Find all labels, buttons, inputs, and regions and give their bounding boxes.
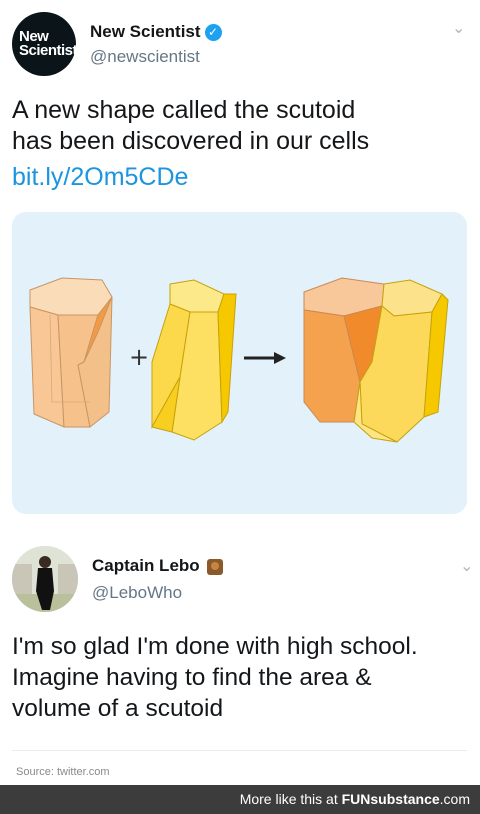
footer-brand: FUNsubstance [341,791,440,807]
tweet1-text-line: A new shape called the scutoid [12,96,356,124]
plus-sign: + [129,343,149,371]
author-name: Captain Lebo [92,556,200,575]
tweet2-text-line: I'm so glad I'm done with high school. [12,633,418,660]
new-scientist-avatar[interactable]: New Scientist [12,12,78,76]
footer-suffix: .com [439,791,470,807]
tweet1-text: A new shape called the scutoid has been … [12,95,369,157]
footer-link[interactable]: More like this at FUNsubstance.com [240,791,470,807]
author-name: New Scientist [90,22,201,41]
avatar-logo-line2: Scientist [19,42,78,59]
footer-bar: More like this at FUNsubstance.com [0,785,480,814]
scutoid-diagram: + [29,277,449,443]
tweet2-text-line: volume of a scutoid [12,695,224,722]
tweet1-text-line: has been discovered in our cells [12,127,370,155]
tweet1-link[interactable]: bit.ly/2Om5CDe [12,163,188,192]
tweet-media-image[interactable]: + [12,212,467,514]
verified-badge-icon: ✓ [204,24,222,42]
tweet2-text: I'm so glad I'm done with high school. I… [12,631,418,724]
woman-emoji-icon [207,558,224,575]
right-arrow-icon [244,352,286,364]
tweet2-text-line: Imagine having to find the area & [12,664,372,691]
profile-photo-image [12,546,78,612]
captain-lebo-avatar[interactable] [12,546,78,612]
footer-prefix: More like this at [239,791,338,807]
chevron-down-icon[interactable]: ⌄ [460,556,473,576]
author-handle[interactable]: @newscientist [90,47,200,67]
yellow-prism-shape [151,279,237,441]
divider [12,750,467,751]
chevron-down-icon[interactable]: ⌄ [452,18,465,38]
author-handle[interactable]: @LeboWho [92,583,182,603]
orange-prism-shape [29,277,113,428]
source-caption: Source: twitter.com [16,766,110,778]
tweet1-author[interactable]: New Scientist ✓ [90,22,222,42]
scutoid-shape [303,277,449,443]
tweet2-author[interactable]: Captain Lebo [92,556,224,576]
